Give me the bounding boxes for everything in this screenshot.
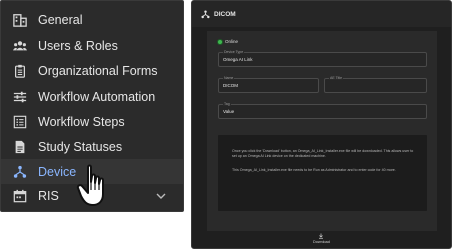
info-paragraph: This Omega_AI_Link_Installer.exe file ne… — [232, 168, 396, 172]
tag-value: Value — [223, 109, 235, 114]
menu-item-general[interactable]: General — [1, 7, 183, 32]
clipboard-icon — [12, 63, 28, 79]
download-label: Download — [313, 240, 330, 244]
device-network-icon — [201, 9, 210, 18]
menu-item-label: Users & Roles — [38, 38, 118, 53]
menu-item-label: Workflow Steps — [38, 114, 125, 129]
building-icon — [12, 12, 28, 28]
ae-title-label: AE Title — [329, 76, 344, 80]
tag-field[interactable]: Tag Value — [218, 102, 427, 119]
sliders-icon — [12, 89, 28, 105]
menu-item-label: Workflow Automation — [38, 89, 156, 104]
device-panel: DICOM Online Device Type Omega AI Link N… — [191, 0, 452, 249]
panel-header: DICOM — [192, 1, 451, 27]
device-type-field[interactable]: Device Type Omega AI Link — [218, 50, 427, 67]
name-label: Name — [223, 76, 235, 80]
ae-title-field[interactable]: AE Title — [324, 76, 427, 93]
device-network-icon — [12, 164, 28, 180]
status-indicator: Online — [218, 39, 238, 44]
menu-item-label: General — [38, 12, 83, 27]
users-icon — [12, 38, 28, 54]
status-dot — [218, 39, 222, 44]
menu-item-study-statuses[interactable]: Study Statuses — [1, 134, 183, 159]
menu-item-label: Organizational Forms — [38, 63, 158, 78]
menu-item-label: Study Statuses — [38, 139, 123, 154]
status-label: Online — [225, 39, 239, 44]
download-icon — [319, 233, 324, 239]
device-type-label: Device Type — [223, 50, 245, 54]
menu-item-label: Device — [38, 164, 77, 179]
chevron-down-icon[interactable] — [155, 190, 167, 202]
name-field[interactable]: Name DICOM — [218, 76, 319, 93]
panel-title: DICOM — [214, 10, 236, 18]
hand-pointer-cursor-icon — [76, 164, 104, 206]
tag-label: Tag — [223, 102, 231, 106]
name-value: DICOM — [223, 83, 238, 88]
menu-item-workflow-steps[interactable]: Workflow Steps — [1, 109, 183, 134]
menu-item-workflow-automation[interactable]: Workflow Automation — [1, 84, 183, 109]
menu-item-organizational-forms[interactable]: Organizational Forms — [1, 58, 183, 83]
download-button[interactable]: Download — [313, 233, 330, 244]
menu-item-label: RIS — [38, 188, 59, 203]
menu-item-users-roles[interactable]: Users & Roles — [1, 33, 183, 58]
info-paragraph: Once you click the 'Download' button, an… — [232, 149, 414, 158]
list-icon — [12, 114, 28, 130]
device-form: Online Device Type Omega AI Link Name DI… — [207, 31, 437, 231]
document-icon — [12, 139, 28, 155]
device-type-value: Omega AI Link — [223, 57, 253, 62]
calendar-icon — [12, 188, 28, 204]
installer-info-box: Once you click the 'Download' button, an… — [218, 135, 427, 211]
